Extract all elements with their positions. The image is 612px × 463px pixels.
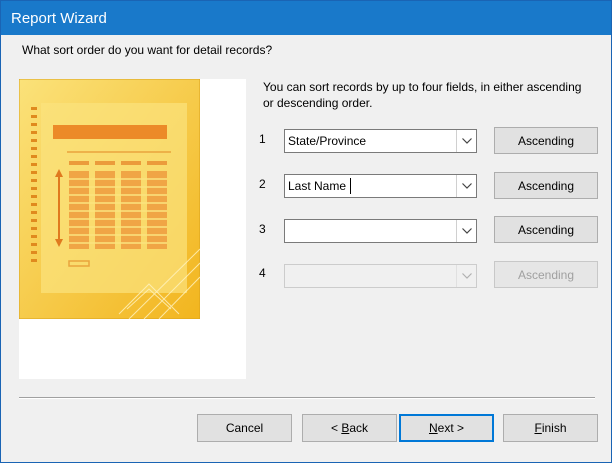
cancel-button[interactable]: Cancel	[197, 414, 292, 442]
chevron-down-icon	[456, 265, 476, 287]
chevron-down-icon[interactable]	[456, 220, 476, 242]
wizard-question: What sort order do you want for detail r…	[22, 43, 273, 57]
sort-order-2-button[interactable]: Ascending	[494, 172, 598, 199]
sort-field-4-combo	[284, 264, 477, 288]
next-label-rest: ext >	[437, 421, 465, 435]
sort-field-2-value: Last Name	[288, 179, 347, 193]
finish-button[interactable]: Finish	[503, 414, 598, 442]
sort-field-1-value: State/Province	[288, 134, 367, 148]
chevron-down-icon[interactable]	[456, 175, 476, 197]
report-wizard-dialog: Report Wizard What sort order do you wan…	[0, 0, 612, 463]
sort-field-2-combo[interactable]: Last Name	[284, 174, 477, 198]
finish-label-rest: inish	[541, 421, 567, 435]
back-label-accel: B	[341, 421, 350, 435]
back-label-prefix: <	[330, 421, 342, 435]
report-illustration-icon	[19, 79, 200, 319]
finish-label-accel: F	[534, 421, 542, 435]
back-label-rest: ack	[349, 421, 369, 435]
sort-field-3-combo[interactable]	[284, 219, 477, 243]
title-bar[interactable]: Report Wizard	[1, 1, 611, 35]
sort-row-2-number: 2	[259, 177, 266, 191]
next-label-accel: N	[428, 421, 438, 435]
sort-order-4-button: Ascending	[494, 261, 598, 288]
sort-field-1-combo[interactable]: State/Province	[284, 129, 477, 153]
sort-row-4-number: 4	[259, 266, 266, 280]
button-separator	[19, 397, 595, 399]
back-button[interactable]: < Back	[302, 414, 397, 442]
sort-order-1-button[interactable]: Ascending	[494, 127, 598, 154]
sort-instructions: You can sort records by up to four field…	[263, 80, 582, 110]
next-button[interactable]: Next >	[399, 414, 494, 442]
sort-row-1-number: 1	[259, 132, 266, 146]
chevron-down-icon[interactable]	[456, 130, 476, 152]
sort-row-3-number: 3	[259, 222, 266, 236]
window-title: Report Wizard	[11, 10, 107, 27]
sort-order-3-button[interactable]: Ascending	[494, 216, 598, 243]
text-cursor	[350, 178, 351, 194]
